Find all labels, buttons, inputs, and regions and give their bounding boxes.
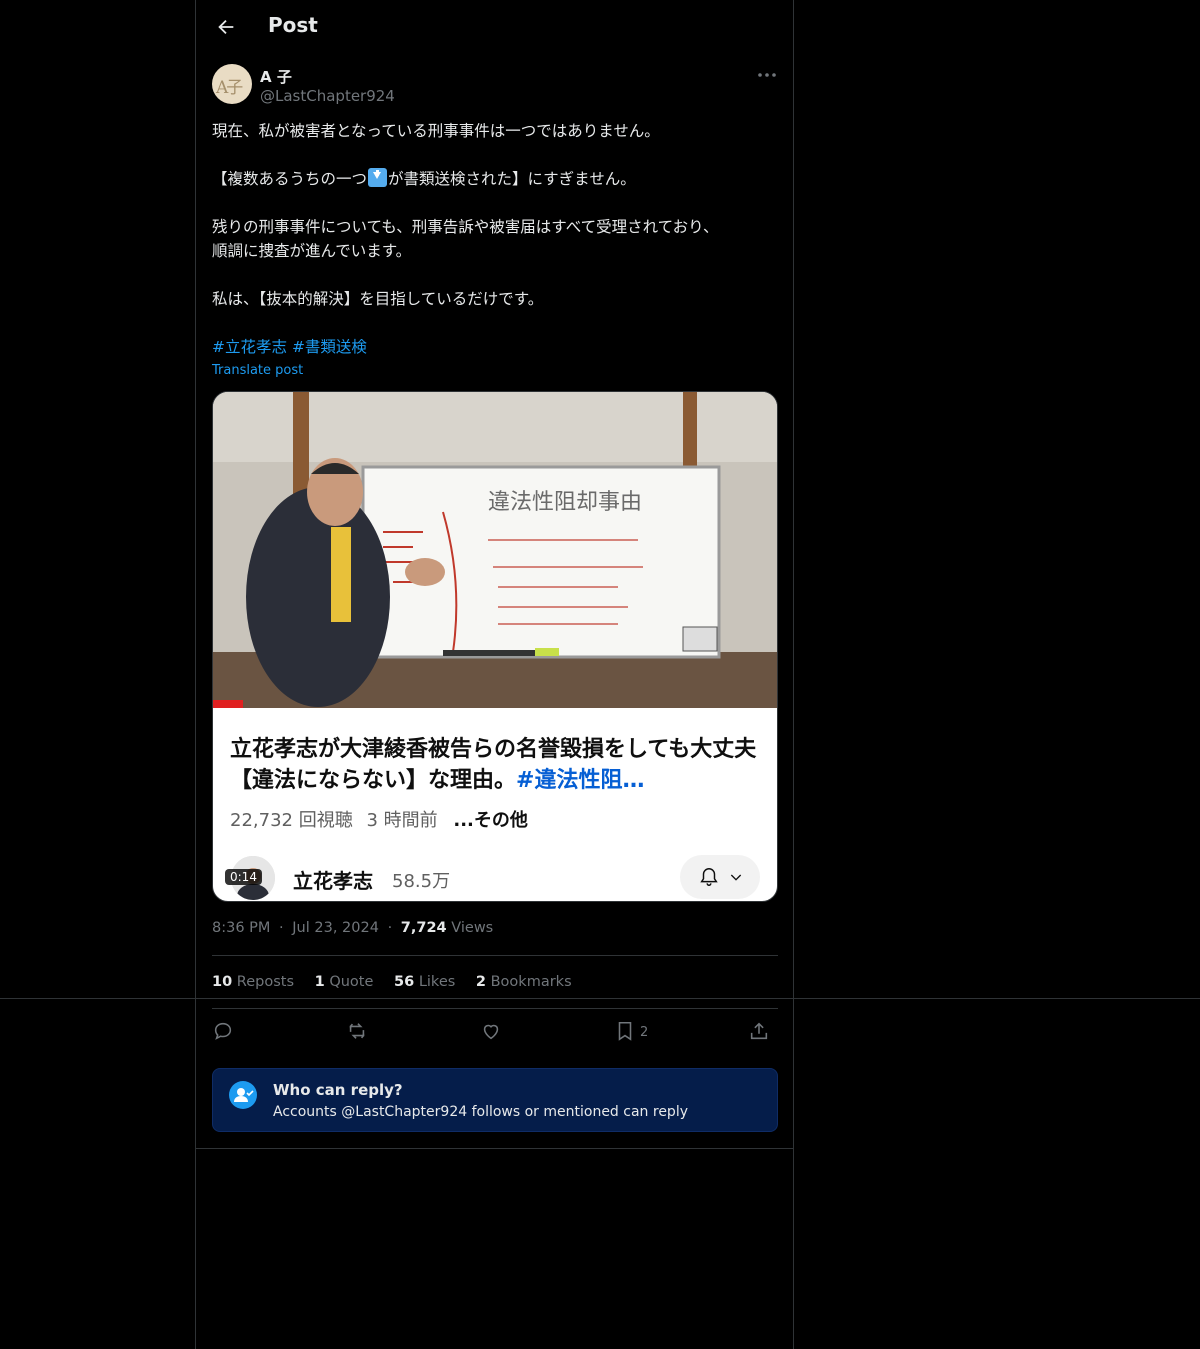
back-button[interactable] (212, 13, 240, 41)
hashtag-link[interactable]: #書類送検 (292, 338, 367, 356)
bookmarks-label: Bookmarks (490, 974, 572, 990)
post-text: 現在、私が被害者となっている刑事事件は一つではありません。 【複数あるうちの一つ… (212, 119, 772, 311)
bookmark-button[interactable]: 2 (614, 1020, 648, 1046)
translate-post-link[interactable]: Translate post (212, 363, 303, 378)
like-button[interactable] (480, 1020, 502, 1046)
share-icon (750, 1022, 768, 1040)
page-header: Post (196, 0, 794, 54)
whiteboard-title: 違法性阻却事由 (488, 490, 642, 515)
heart-icon (483, 1024, 499, 1040)
author-display-name[interactable]: A 子 (260, 66, 292, 87)
bell-icon (700, 868, 718, 886)
page-title: Post (268, 13, 318, 37)
post-stats: 10 Reposts 1 Quote 56 Likes 2 Bookmarks (212, 974, 588, 990)
post-line: 現在、私が被害者となっている刑事事件は一つではありません。 (212, 122, 660, 140)
repost-icon (349, 1023, 365, 1039)
post-line: 【複数あるうちの一つ が書類送検された】にすぎません。 (212, 167, 772, 191)
video-media[interactable]: 違法性阻却事由 立花孝志が大津綾香被告らの名誉毀損をしても大丈夫【違法にならない… (212, 391, 778, 902)
channel-subscribers: 58.5万 (392, 871, 451, 892)
down-arrow-emoji-icon (368, 168, 388, 187)
arrow-left-icon (218, 19, 234, 35)
reply-button[interactable] (212, 1020, 234, 1046)
bookmark-icon (618, 1021, 632, 1041)
post-meta: 8:36 PM · Jul 23, 2024 · 7,724 Views (212, 920, 493, 936)
post-line-part: 【複数あるうちの一つ (212, 170, 368, 188)
more-options-button[interactable] (752, 64, 782, 86)
share-button[interactable] (748, 1020, 770, 1046)
avatar-text: A子 (216, 78, 243, 98)
divider (212, 955, 778, 956)
meta-separator: · (279, 920, 284, 936)
post-column: Post A子 A 子 @LastChapter924 現在、私が被害者となって… (195, 0, 794, 1349)
video-title-hashtag[interactable]: #違法性阻… (516, 768, 644, 793)
post-line: 順調に捜査が進んでいます。 (212, 242, 412, 260)
reposts-stat[interactable]: 10 Reposts (212, 974, 294, 990)
likes-stat[interactable]: 56 Likes (394, 974, 455, 990)
likes-count: 56 (394, 974, 415, 990)
hashtag-link[interactable]: #立花孝志 (212, 338, 287, 356)
overlay-divider (0, 998, 1200, 999)
bookmark-count: 2 (640, 1025, 649, 1040)
meta-separator: · (387, 920, 393, 936)
repost-button[interactable] (346, 1020, 368, 1046)
video-thumbnail: 違法性阻却事由 (213, 392, 777, 708)
quotes-label: Quote (329, 974, 374, 990)
video-views: 22,732 回視聴 (230, 810, 353, 831)
bookmarks-count: 2 (475, 974, 486, 990)
video-more[interactable]: ...その他 (453, 810, 528, 831)
reposts-count: 10 (212, 974, 233, 990)
post-line: 残りの刑事事件についても、刑事告訴や被害届はすべて受理されており、 (212, 218, 719, 236)
bookmarks-stat[interactable]: 2 Bookmarks (476, 974, 572, 990)
likes-label: Likes (418, 974, 456, 990)
author-handle[interactable]: @LastChapter924 (260, 87, 395, 105)
channel-name[interactable]: 立花孝志 (293, 865, 373, 894)
reply-icon (214, 1022, 232, 1040)
divider (196, 1148, 794, 1149)
views-count: 7,724 (400, 920, 447, 936)
video-title[interactable]: 立花孝志が大津綾香被告らの名誉毀損をしても大丈夫【違法にならない】な理由。#違法… (230, 734, 760, 796)
post-time[interactable]: 8:36 PM (212, 920, 270, 936)
post-date[interactable]: Jul 23, 2024 (292, 920, 379, 936)
reply-notice-title: Who can reply? (273, 1081, 403, 1099)
quotes-stat[interactable]: 1 Quote (315, 974, 374, 990)
chevron-down-icon (730, 874, 742, 881)
video-time-ago: 3 時間前 (366, 810, 438, 831)
video-duration: 0:14 (225, 869, 262, 885)
post-line: 私は、【抜本的解決】を目指しているだけです。 (212, 290, 544, 308)
subscribe-bell-button[interactable] (680, 855, 760, 899)
reposts-label: Reposts (236, 974, 295, 990)
quotes-count: 1 (314, 974, 325, 990)
video-title-text: 立花孝志が大津綾香被告らの名誉毀損をしても大丈夫【違法にならない】な理由。 (230, 737, 757, 793)
post-actions: 2 (212, 1018, 778, 1048)
post-line-part: が書類送検された】にすぎません。 (388, 170, 636, 188)
reply-notice-subtitle: Accounts @LastChapter924 follows or ment… (273, 1104, 688, 1120)
reply-restriction-notice: Who can reply? Accounts @LastChapter924 … (212, 1068, 778, 1132)
more-dots-icon (758, 73, 776, 77)
views-label: Views (451, 920, 494, 936)
mention-user-icon (229, 1081, 257, 1109)
hashtags: #立花孝志 #書類送検 (212, 335, 367, 357)
video-meta: 22,732 回視聴 3 時間前 ...その他 (230, 806, 528, 832)
divider (212, 1008, 778, 1009)
author-avatar[interactable]: A子 (212, 64, 252, 104)
